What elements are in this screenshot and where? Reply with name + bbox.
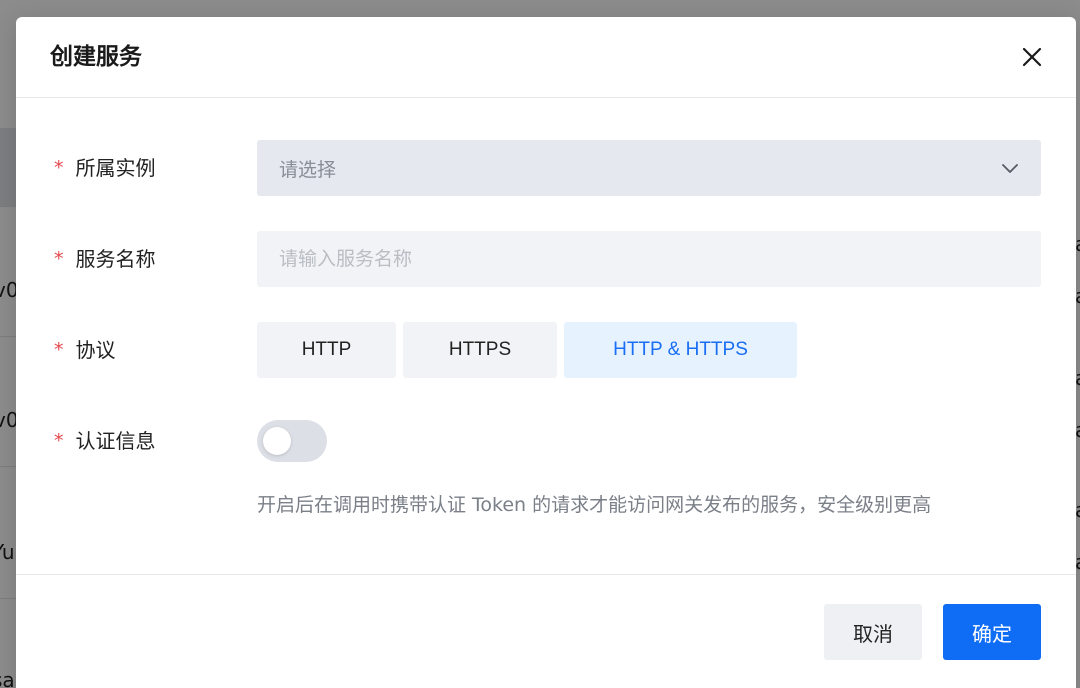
instance-row: * 所属实例 请选择: [16, 140, 1076, 196]
confirm-button[interactable]: 确定: [943, 604, 1041, 660]
instance-select[interactable]: 请选择: [257, 140, 1041, 196]
auth-toggle[interactable]: [257, 420, 327, 462]
required-mark: *: [54, 157, 64, 179]
auth-help-text: 开启后在调用时携带认证 Token 的请求才能访问网关发布的服务，安全级别更高: [257, 494, 932, 516]
auth-label-text: 认证信息: [75, 429, 156, 453]
chevron-down-icon: [1002, 164, 1018, 173]
auth-label: * 认证信息: [54, 413, 156, 469]
protocol-option-https[interactable]: HTTPS: [403, 322, 557, 378]
create-service-dialog: 创建服务 * 所属实例 请选择 * 服务名称 请输入服务名称 * 协议 HTTP…: [16, 17, 1076, 688]
instance-label-text: 所属实例: [75, 156, 156, 180]
auth-row: * 认证信息: [16, 413, 1076, 469]
protocol-radio-group: HTTP HTTPS HTTP & HTTPS: [257, 322, 1041, 378]
dialog-header: 创建服务: [16, 17, 1076, 98]
required-mark: *: [54, 248, 64, 270]
required-mark: *: [54, 339, 64, 361]
service-name-row: * 服务名称: [16, 231, 1076, 287]
protocol-option-http-and-https[interactable]: HTTP & HTTPS: [564, 322, 797, 378]
service-name-label-text: 服务名称: [75, 247, 156, 271]
service-name-input[interactable]: [257, 231, 1041, 287]
required-mark: *: [54, 430, 64, 452]
dialog-title: 创建服务: [50, 44, 142, 70]
protocol-label-text: 协议: [75, 338, 116, 362]
close-button[interactable]: [1014, 39, 1050, 75]
toggle-knob: [263, 427, 291, 455]
instance-label: * 所属实例: [54, 140, 156, 196]
instance-select-placeholder: 请选择: [279, 158, 337, 181]
service-name-label: * 服务名称: [54, 231, 156, 287]
protocol-row: * 协议 HTTP HTTPS HTTP & HTTPS: [16, 322, 1076, 378]
footer-divider: [16, 574, 1076, 575]
protocol-option-http[interactable]: HTTP: [257, 322, 396, 378]
protocol-label: * 协议: [54, 322, 116, 378]
close-icon: [1022, 47, 1042, 67]
cancel-button[interactable]: 取消: [824, 604, 922, 660]
